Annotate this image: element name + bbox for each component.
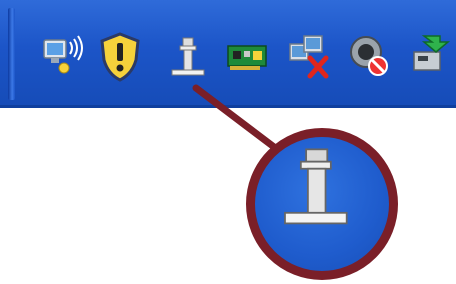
tray-separator — [8, 8, 15, 100]
network-disconnected-icon[interactable] — [286, 30, 334, 82]
magnified-usb-icon-callout — [246, 128, 398, 280]
safely-remove-hardware-icon[interactable] — [406, 30, 454, 82]
network-card-icon[interactable] — [224, 30, 272, 82]
wireless-network-icon[interactable] — [40, 30, 88, 82]
system-tray — [0, 0, 456, 108]
volume-muted-icon[interactable] — [346, 30, 394, 82]
usb-device-icon[interactable] — [164, 30, 212, 82]
usb-device-icon — [284, 148, 348, 225]
security-shield-icon[interactable] — [96, 30, 144, 82]
